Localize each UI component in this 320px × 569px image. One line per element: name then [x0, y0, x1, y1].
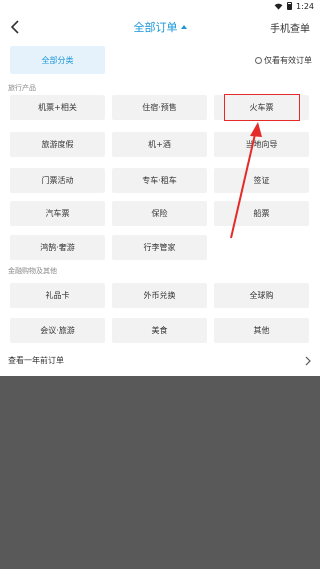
- dim-overlay[interactable]: [0, 376, 320, 569]
- category-gift-card[interactable]: 礼品卡: [10, 283, 105, 308]
- wifi-icon: [274, 3, 283, 10]
- valid-only-toggle[interactable]: 仅看有效订单: [255, 55, 312, 66]
- category-other[interactable]: 其他: [214, 318, 309, 343]
- chevron-right-icon: [305, 356, 311, 366]
- all-categories-chip[interactable]: 全部分类: [10, 46, 105, 74]
- category-currency-exchange[interactable]: 外币兑换: [112, 283, 207, 308]
- category-tickets[interactable]: 门票活动: [10, 168, 105, 193]
- highlight-box: [224, 94, 300, 121]
- category-luxury-travel[interactable]: 鸿鹄·奢游: [10, 235, 105, 260]
- valid-only-label: 仅看有效订单: [264, 56, 312, 65]
- category-bus[interactable]: 汽车票: [10, 201, 105, 226]
- filter-row: 全部分类 仅看有效订单: [0, 42, 320, 78]
- category-local-guide[interactable]: 当地向导: [214, 132, 309, 157]
- category-vacation[interactable]: 旅游度假: [10, 132, 105, 157]
- category-ship[interactable]: 船票: [214, 201, 309, 226]
- older-orders-link[interactable]: 查看一年前订单: [0, 348, 320, 374]
- category-hotel[interactable]: 住宿·预售: [112, 95, 207, 120]
- category-insurance[interactable]: 保险: [112, 201, 207, 226]
- category-food[interactable]: 美食: [112, 318, 207, 343]
- section-title-finance: 金融购物及其他: [8, 267, 57, 275]
- category-car-rental[interactable]: 专车·租车: [112, 168, 207, 193]
- status-icons: 1:24: [274, 0, 314, 12]
- status-bar: 1:24: [0, 0, 320, 12]
- category-global-shopping[interactable]: 全球购: [214, 283, 309, 308]
- category-flight[interactable]: 机票+相关: [10, 95, 105, 120]
- section-title-travel: 旅行产品: [8, 84, 36, 92]
- page-title: 全部订单: [133, 21, 178, 34]
- radio-icon[interactable]: [255, 57, 262, 64]
- category-flight-hotel[interactable]: 机+酒: [112, 132, 207, 157]
- battery-icon: [287, 2, 293, 10]
- phone-order-lookup-link[interactable]: 手机查单: [270, 20, 310, 35]
- caret-up-icon: [180, 25, 187, 29]
- category-visa[interactable]: 签证: [214, 168, 309, 193]
- status-time: 1:24: [296, 1, 314, 11]
- category-meeting-travel[interactable]: 会议·旅游: [10, 318, 105, 343]
- nav-bar: 全部订单 手机查单: [0, 12, 320, 42]
- category-luggage[interactable]: 行李管家: [112, 235, 207, 260]
- older-orders-label: 查看一年前订单: [8, 356, 64, 365]
